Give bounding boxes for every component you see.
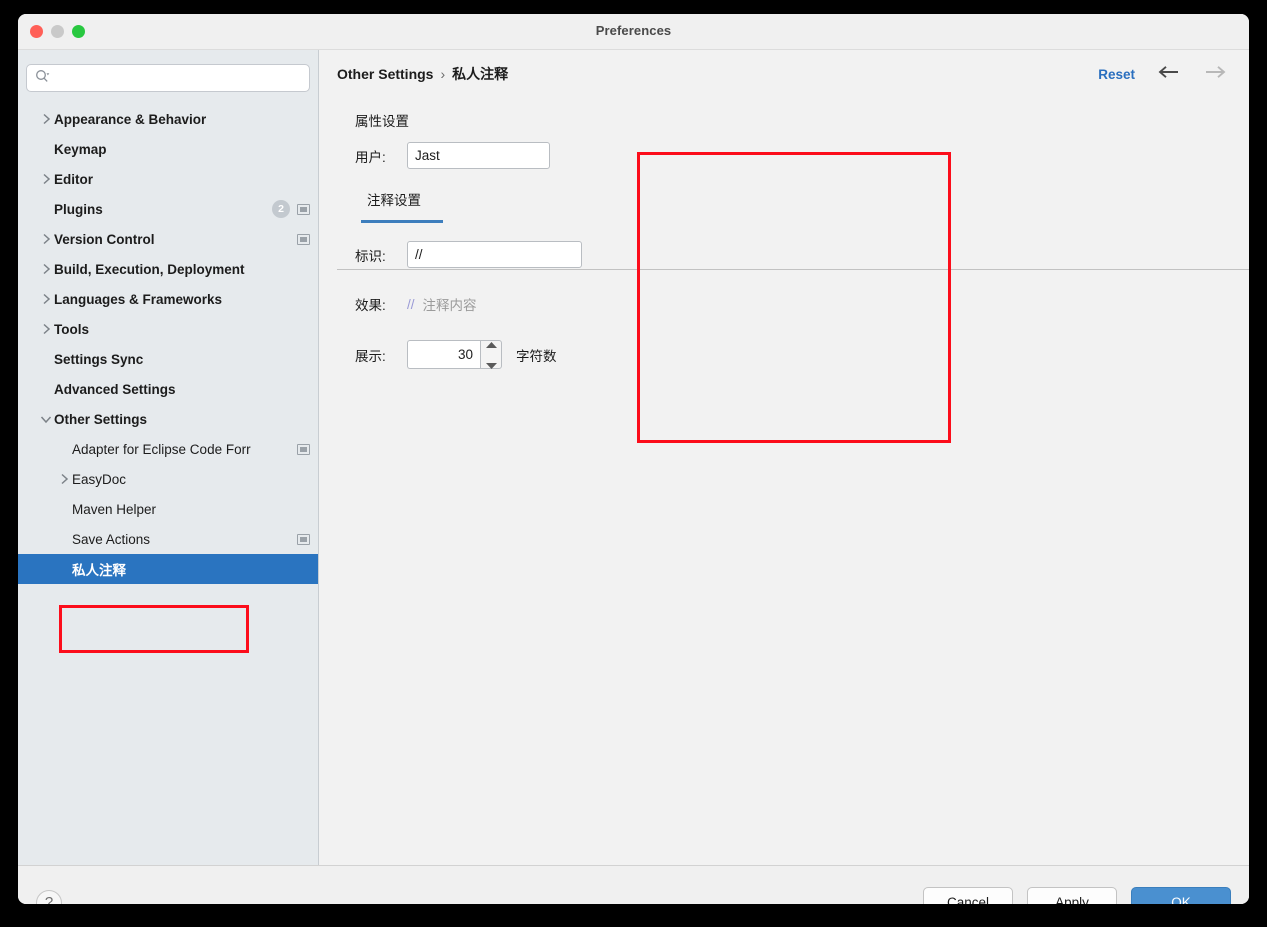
cancel-button[interactable]: Cancel bbox=[923, 887, 1013, 904]
help-button[interactable]: ? bbox=[36, 889, 62, 904]
sidebar-item-13[interactable]: Maven Helper bbox=[18, 494, 318, 524]
sidebar-item-label: Other Settings bbox=[54, 411, 148, 427]
non-project-settings-icon bbox=[297, 233, 310, 245]
sidebar-item-3[interactable]: Plugins 2 bbox=[18, 194, 318, 224]
tab-active-underline bbox=[361, 220, 443, 223]
sidebar-item-8[interactable]: Settings Sync bbox=[18, 344, 318, 374]
header-actions: Reset bbox=[1098, 65, 1227, 84]
sidebar-item-label: Advanced Settings bbox=[54, 381, 176, 397]
search-icon bbox=[35, 69, 50, 88]
apply-button[interactable]: Apply bbox=[1027, 887, 1117, 904]
annotation-box-tree-item bbox=[59, 605, 249, 653]
mark-label: 标识: bbox=[355, 248, 386, 264]
chevron-right-icon bbox=[38, 173, 54, 185]
breadcrumb-current: 私人注释 bbox=[452, 66, 509, 82]
preferences-window: Preferences Appearance & Behavior Keymap E… bbox=[18, 14, 1249, 904]
sidebar-item-label: Settings Sync bbox=[54, 351, 144, 367]
sidebar-item-label: Languages & Frameworks bbox=[54, 291, 223, 307]
sidebar-item-4[interactable]: Version Control bbox=[18, 224, 318, 254]
sidebar-item-9[interactable]: Advanced Settings bbox=[18, 374, 318, 404]
display-unit-label: 字符数 bbox=[516, 348, 557, 364]
display-count-stepper[interactable] bbox=[407, 340, 502, 369]
chevron-right-icon bbox=[38, 323, 54, 335]
sidebar-item-1[interactable]: Keymap bbox=[18, 134, 318, 164]
footer-buttons: Cancel Apply OK bbox=[923, 887, 1231, 904]
user-label: 用户: bbox=[355, 149, 386, 165]
stepper-down-icon[interactable] bbox=[485, 356, 497, 374]
mark-input[interactable] bbox=[407, 241, 582, 268]
sidebar-item-label: Build, Execution, Deployment bbox=[54, 261, 245, 277]
window-title: Preferences bbox=[595, 23, 672, 38]
search-input[interactable] bbox=[55, 70, 301, 86]
settings-detail-panel: Other Settings › 私人注释 Reset 属性设置 用户: Jas… bbox=[319, 50, 1249, 865]
effect-preview-row: 效果: // 注释内容 bbox=[355, 294, 1237, 314]
annotation-settings-form: 属性设置 用户: 注释设置 标识: 效果: // 注释内容 bbox=[337, 110, 1237, 385]
sidebar-item-0[interactable]: Appearance & Behavior bbox=[18, 104, 318, 134]
effect-preview-text: 注释内容 bbox=[422, 298, 477, 313]
dialog-footer: ? Cancel Apply OK bbox=[18, 865, 1249, 904]
sidebar-item-6[interactable]: Languages & Frameworks bbox=[18, 284, 318, 314]
sidebar-item-label: Keymap bbox=[54, 141, 107, 157]
apply-rest: pply bbox=[1064, 895, 1089, 904]
detail-header: Other Settings › 私人注释 Reset bbox=[319, 50, 1249, 98]
chevron-right-icon bbox=[56, 473, 72, 485]
title-bar: Preferences bbox=[18, 14, 1249, 50]
effect-preview-code: // bbox=[407, 296, 415, 312]
breadcrumb: Other Settings › 私人注释 bbox=[337, 64, 508, 84]
section-title: 属性设置 bbox=[355, 114, 409, 129]
sidebar-item-label: Tools bbox=[54, 321, 89, 337]
settings-sidebar: Appearance & Behavior Keymap Editor Plugins… bbox=[18, 50, 319, 865]
chevron-right-icon bbox=[38, 263, 54, 275]
sidebar-item-label: EasyDoc bbox=[72, 471, 127, 487]
sidebar-item-label: Save Actions bbox=[72, 531, 151, 547]
user-input[interactable] bbox=[407, 142, 550, 169]
tab-annotation-settings[interactable]: 注释设置 bbox=[355, 185, 433, 219]
chevron-right-icon bbox=[38, 293, 54, 305]
sidebar-item-label: Appearance & Behavior bbox=[54, 111, 207, 127]
chevron-down-icon bbox=[38, 415, 54, 424]
non-project-settings-icon bbox=[297, 203, 310, 215]
dialog-body: Appearance & Behavior Keymap Editor Plugins… bbox=[18, 50, 1249, 865]
breadcrumb-parent[interactable]: Other Settings bbox=[337, 66, 433, 82]
reset-button[interactable]: Reset bbox=[1098, 67, 1135, 82]
chevron-right-icon bbox=[38, 113, 54, 125]
chevron-right-icon bbox=[38, 233, 54, 245]
sidebar-item-12[interactable]: EasyDoc bbox=[18, 464, 318, 494]
effect-label: 效果: bbox=[355, 298, 386, 313]
sidebar-item-label: Maven Helper bbox=[72, 501, 157, 517]
display-count-row: 展示: 字符数 bbox=[355, 340, 1237, 369]
sidebar-item-label: 私人注释 bbox=[72, 563, 126, 578]
non-project-settings-icon bbox=[297, 533, 310, 545]
stepper-buttons[interactable] bbox=[480, 340, 502, 369]
sidebar-item-5[interactable]: Build, Execution, Deployment bbox=[18, 254, 318, 284]
sidebar-item-label: Plugins bbox=[54, 201, 103, 217]
sidebar-item-label: Editor bbox=[54, 171, 93, 187]
sidebar-item-badge: 2 bbox=[272, 200, 290, 218]
forward-arrow-icon[interactable] bbox=[1203, 65, 1227, 84]
tab-strip: 注释设置 bbox=[355, 185, 1237, 223]
breadcrumb-separator-icon: › bbox=[440, 66, 446, 82]
sidebar-item-label: Adapter for Eclipse Code Forr bbox=[72, 441, 251, 457]
display-count-input[interactable] bbox=[407, 340, 480, 369]
display-label: 展示: bbox=[355, 348, 386, 364]
apply-mnemonic: A bbox=[1055, 895, 1065, 904]
search-box[interactable] bbox=[26, 64, 310, 92]
sidebar-item-label: Version Control bbox=[54, 231, 155, 247]
sidebar-item-14[interactable]: Save Actions bbox=[18, 524, 318, 554]
mark-field-row: 标识: bbox=[355, 241, 1237, 268]
ok-button[interactable]: OK bbox=[1131, 887, 1231, 904]
sidebar-item-10[interactable]: Other Settings bbox=[18, 404, 318, 434]
non-project-settings-icon bbox=[297, 443, 310, 455]
user-field-row: 用户: bbox=[355, 142, 1237, 169]
sidebar-item-2[interactable]: Editor bbox=[18, 164, 318, 194]
sidebar-item-15[interactable]: 私人注释 bbox=[18, 554, 318, 584]
sidebar-item-11[interactable]: Adapter for Eclipse Code Forr bbox=[18, 434, 318, 464]
settings-tree: Appearance & Behavior Keymap Editor Plugins… bbox=[18, 104, 318, 584]
back-arrow-icon[interactable] bbox=[1157, 65, 1181, 84]
stepper-up-icon[interactable] bbox=[485, 335, 497, 353]
sidebar-item-7[interactable]: Tools bbox=[18, 314, 318, 344]
